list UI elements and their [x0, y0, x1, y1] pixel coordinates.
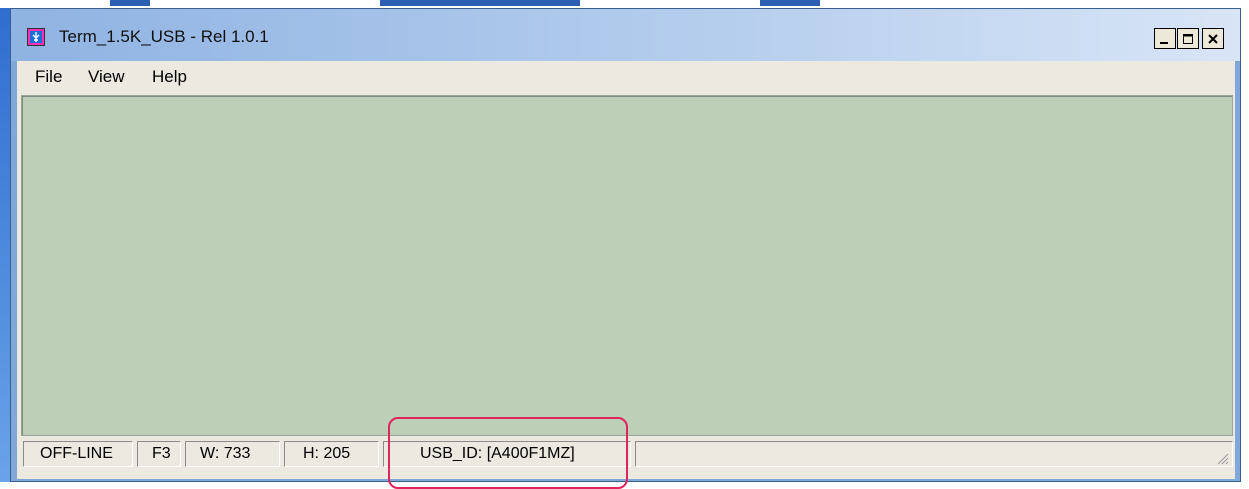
status-connection: OFF-LINE: [23, 441, 133, 467]
usb-terminal-app-icon[interactable]: [27, 28, 45, 46]
status-width: W: 733: [185, 441, 280, 467]
close-icon: [1208, 33, 1218, 44]
maximize-button[interactable]: [1177, 28, 1199, 49]
minimize-icon: [1160, 41, 1168, 44]
status-function-key: F3: [137, 441, 181, 467]
menu-view[interactable]: View: [88, 67, 125, 87]
desktop-left-edge: [0, 8, 10, 482]
title-bar[interactable]: Term_1.5K_USB - Rel 1.0.1: [11, 9, 1240, 61]
status-height: H: 205: [284, 441, 379, 467]
menu-bar: File View Help: [17, 61, 1235, 93]
minimize-button[interactable]: [1154, 28, 1176, 49]
close-button[interactable]: [1202, 28, 1224, 49]
maximize-icon: [1183, 33, 1193, 44]
terminal-display[interactable]: [21, 95, 1233, 436]
resize-grip-icon[interactable]: [1215, 451, 1229, 465]
desktop-fragment: [760, 0, 820, 6]
desktop-background: [0, 0, 1249, 8]
window-title: Term_1.5K_USB - Rel 1.0.1: [59, 27, 269, 46]
usb-id-highlight: [388, 417, 628, 489]
desktop-fragment: [380, 0, 580, 6]
menu-help[interactable]: Help: [152, 67, 187, 87]
menu-file[interactable]: File: [35, 67, 62, 87]
window-client-area: File View Help OFF-LINE F3 W: 733 H: 205…: [17, 61, 1235, 479]
status-message: [635, 441, 1233, 467]
desktop-fragment: [110, 0, 150, 6]
app-window: Term_1.5K_USB - Rel 1.0.1 File View Help…: [10, 8, 1241, 482]
